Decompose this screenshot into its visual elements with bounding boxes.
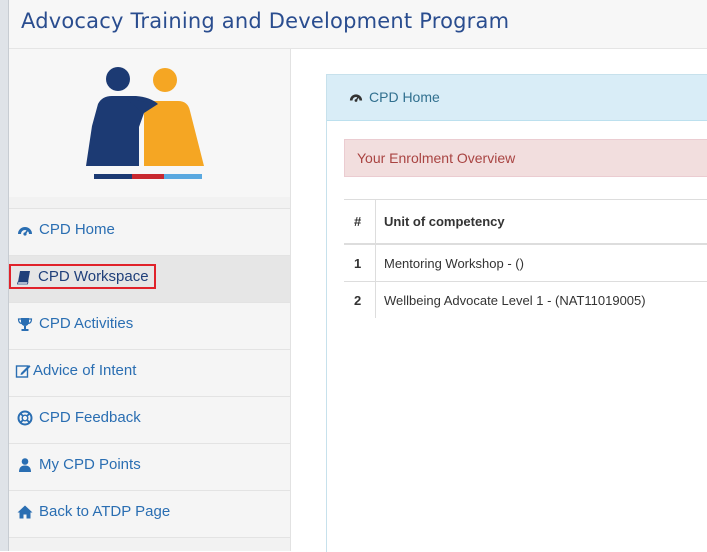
sidebar-item-label: CPD Feedback — [39, 409, 141, 426]
atdp-logo — [84, 66, 206, 184]
sidebar-item-label: CPD Home — [39, 221, 115, 238]
table-row: 2 Wellbeing Advocate Level 1 - (NAT11019… — [344, 282, 707, 319]
column-header-number: # — [344, 200, 376, 245]
column-header-unit: Unit of competency — [376, 200, 707, 245]
unit-name: Mentoring Workshop - () — [376, 244, 707, 282]
sidebar-nav: CPD Home CPD Workspace — [9, 208, 290, 538]
window-frame-left — [0, 0, 8, 551]
book-icon — [16, 269, 32, 285]
app-header: Advocacy Training and Development Progra… — [9, 0, 707, 49]
sidebar-item-label: My CPD Points — [39, 456, 141, 473]
lifebuoy-icon — [17, 410, 33, 426]
edit-icon — [15, 363, 31, 379]
sidebar-item-advice-of-intent[interactable]: Advice of Intent — [9, 349, 290, 396]
sidebar-item-label: CPD Workspace — [38, 268, 149, 285]
sidebar-item-cpd-activities[interactable]: CPD Activities — [9, 302, 290, 349]
user-icon — [17, 457, 33, 473]
sidebar-item-cpd-workspace[interactable]: CPD Workspace — [9, 255, 290, 302]
sidebar-item-label: Advice of Intent — [33, 362, 136, 379]
panel-title: CPD Home — [369, 89, 440, 105]
sidebar: CPD Home CPD Workspace — [9, 49, 291, 551]
dashboard-icon — [349, 90, 363, 104]
row-number: 1 — [344, 244, 376, 282]
cpd-home-panel: CPD Home Your Enrolment Overview # Unit … — [326, 74, 707, 552]
panel-heading: CPD Home — [327, 75, 707, 121]
enrolment-overview-alert: Your Enrolment Overview — [344, 139, 707, 177]
sidebar-item-my-cpd-points[interactable]: My CPD Points — [9, 443, 290, 490]
sidebar-item-cpd-home[interactable]: CPD Home — [9, 208, 290, 255]
sidebar-item-back-to-atdp[interactable]: Back to ATDP Page — [9, 490, 290, 538]
alert-text: Your Enrolment Overview — [357, 150, 515, 166]
units-table: # Unit of competency 1 Mentoring Worksho… — [344, 199, 707, 318]
table-header-row: # Unit of competency — [344, 200, 707, 245]
dashboard-icon — [17, 222, 33, 238]
unit-name: Wellbeing Advocate Level 1 - (NAT1101900… — [376, 282, 707, 319]
table-row: 1 Mentoring Workshop - () — [344, 244, 707, 282]
highlight-box: CPD Workspace — [9, 264, 156, 289]
sidebar-item-label: Back to ATDP Page — [39, 503, 170, 520]
logo-area — [9, 49, 290, 197]
sidebar-item-cpd-feedback[interactable]: CPD Feedback — [9, 396, 290, 443]
sidebar-item-label: CPD Activities — [39, 315, 133, 332]
app-title: Advocacy Training and Development Progra… — [21, 9, 509, 33]
row-number: 2 — [344, 282, 376, 319]
trophy-icon — [17, 316, 33, 332]
home-icon — [17, 504, 33, 520]
